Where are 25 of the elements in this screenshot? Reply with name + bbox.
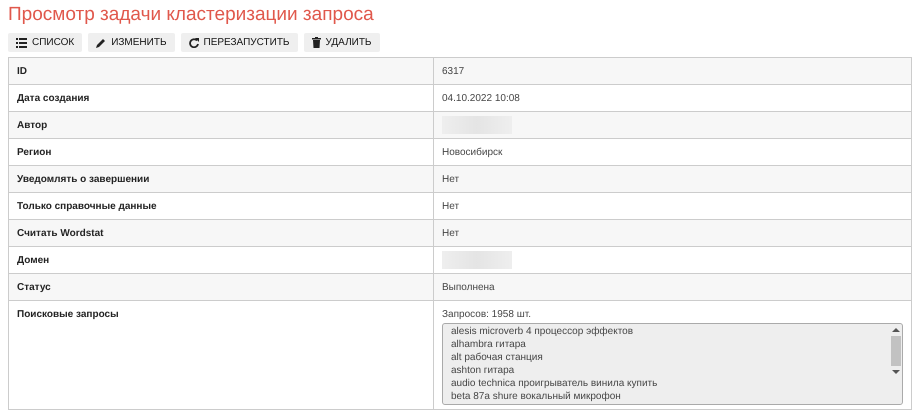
field-label: Статус [8, 274, 434, 300]
field-label: ID [8, 58, 434, 84]
field-value: Выполнена [442, 282, 495, 292]
field-label: Поисковые запросы [8, 300, 434, 410]
toolbar-button[interactable]: ИЗМЕНИТЬ [88, 33, 175, 52]
refresh-icon [188, 38, 199, 48]
field-value: Нет [442, 174, 460, 184]
toolbar-button[interactable]: УДАЛИТЬ [304, 33, 380, 52]
field-value: Нет [442, 228, 460, 238]
queries-textarea[interactable]: alesis microverb 4 процессор эффектов alhambra гитара alt рабочая станция ashton гитара audio technica проигрыватель винила купить beta 87a shure вокальный микрофон [442, 323, 903, 405]
field-label: Уведомлять о завершении [8, 166, 434, 192]
trash-icon [312, 37, 320, 48]
toolbar-button[interactable]: СПИСОК [8, 33, 82, 52]
pencil-icon [96, 38, 106, 48]
field-label: Автор [8, 112, 434, 138]
list-icon [16, 38, 27, 48]
field-value: 6317 [442, 66, 464, 76]
field-value: 04.10.2022 10:08 [442, 92, 520, 104]
field-label: Считать Wordstat [8, 220, 434, 246]
blurred-value [442, 251, 512, 269]
query-count: Запросов: 1958 шт. [442, 309, 532, 320]
page-title: Просмотр задачи кластеризации запроса [8, 4, 375, 26]
field-value: Нет [442, 200, 460, 212]
toolbar-button[interactable]: ПЕРЕЗАПУСТИТЬ [180, 33, 298, 52]
field-value: Новосибирск [442, 146, 502, 158]
